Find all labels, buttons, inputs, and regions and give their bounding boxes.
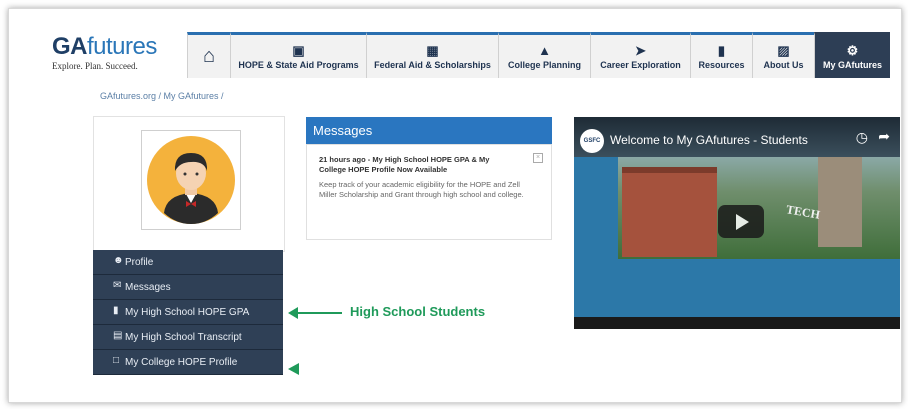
nav-item-about-us[interactable]: ▨ About Us	[752, 32, 814, 78]
sidebar-item-label: My High School Transcript	[125, 331, 242, 343]
gear-icon: ⚙	[846, 42, 859, 58]
paper-plane-icon: ➤	[635, 42, 646, 58]
book-icon: ▮	[717, 42, 726, 58]
avatar[interactable]	[141, 130, 241, 230]
nav-item-label: College Planning	[507, 59, 581, 70]
avatar-panel	[93, 116, 285, 252]
sidebar-item-profile[interactable]: ☻ Profile	[93, 250, 283, 275]
user-icon: ☻	[113, 255, 124, 266]
book-icon: ▮	[113, 305, 119, 316]
sidebar-item-label: My College HOPE Profile	[125, 356, 238, 368]
message-body: Keep track of your academic eligibility …	[319, 180, 524, 199]
video-player[interactable]: GSFC Welcome to My GAfutures - Students …	[574, 117, 900, 329]
logo-brand-ga: GA	[52, 33, 88, 60]
breadcrumb[interactable]: GAfutures.org / My GAfutures /	[100, 91, 224, 101]
envelope-icon: ✉	[113, 280, 122, 291]
sidebar-item-messages[interactable]: ✉ Messages	[93, 275, 283, 300]
logo-brand-futures: futures	[87, 33, 157, 60]
home-icon: ⌂	[202, 45, 216, 67]
nav-item-resources[interactable]: ▮ Resources	[690, 32, 752, 78]
nav-item-label: Federal Aid & Scholarships	[374, 59, 491, 70]
nav-item-label: About Us	[763, 59, 804, 70]
nav-item-career-exploration[interactable]: ➤ Career Exploration	[590, 32, 690, 78]
sidebar-item-hope-gpa[interactable]: ▮ My High School HOPE GPA	[93, 300, 283, 325]
logo-brand: GAfutures	[52, 35, 157, 59]
nav-item-label: Career Exploration	[600, 59, 681, 70]
high-school-students-label: High School Students	[350, 304, 486, 319]
sidebar-item-label: My High School HOPE GPA	[125, 306, 250, 318]
sidebar-item-transcript[interactable]: ▤ My High School Transcript	[93, 325, 283, 350]
gift-icon: ▣	[292, 42, 305, 58]
messages-header: Messages	[306, 117, 552, 144]
nav-item-label: HOPE & State Aid Programs	[238, 59, 359, 70]
arrow-left-small-icon	[288, 363, 299, 375]
nav-item-label: My GAfutures	[822, 59, 882, 70]
building-image	[622, 167, 717, 257]
sidebar-item-label: Profile	[125, 256, 154, 268]
message-title[interactable]: 21 hours ago - My High School HOPE GPA &…	[319, 155, 509, 175]
top-nav: ⌂ ▣ HOPE & State Aid Programs ▦ Federal …	[187, 32, 890, 78]
document-icon: ▤	[113, 330, 123, 341]
arrow-left-icon	[288, 307, 342, 319]
nav-item-federal-aid[interactable]: ▦ Federal Aid & Scholarships	[366, 32, 498, 78]
nav-item-hope-state-aid[interactable]: ▣ HOPE & State Aid Programs	[230, 32, 366, 78]
money-icon: ▦	[426, 42, 439, 58]
channel-logo[interactable]: GSFC	[580, 129, 604, 153]
nav-item-label: Resources	[698, 59, 745, 70]
play-button[interactable]	[718, 205, 764, 238]
video-control-bar	[574, 317, 900, 329]
message-card: × 21 hours ago - My High School HOPE GPA…	[306, 144, 552, 240]
logo-tagline: Explore. Plan. Succeed.	[52, 61, 138, 71]
sidebar-item-label: Messages	[125, 281, 171, 293]
video-title[interactable]: Welcome to My GAfutures - Students	[610, 133, 808, 147]
nav-item-my-gafutures[interactable]: ⚙ My GAfutures	[814, 32, 890, 78]
file-icon: □	[113, 355, 120, 366]
sidebar-menu: ☻ Profile ✉ Messages ▮ My High School HO…	[93, 250, 283, 375]
nav-item-home[interactable]: ⌂	[187, 32, 230, 78]
share-icon[interactable]: ➦	[878, 128, 890, 145]
sidebar-item-college-hope-profile[interactable]: □ My College HOPE Profile	[93, 350, 283, 375]
nav-item-college-planning[interactable]: ▲ College Planning	[498, 32, 590, 78]
close-icon[interactable]: ×	[533, 153, 543, 163]
graduation-cap-icon: ▲	[538, 42, 551, 58]
watch-later-icon[interactable]: ◷	[856, 129, 868, 146]
gafutures-logo[interactable]: GAfutures Explore. Plan. Succeed.	[52, 35, 157, 72]
user-avatar-icon	[147, 136, 235, 224]
briefcase-icon: ▨	[777, 42, 790, 58]
